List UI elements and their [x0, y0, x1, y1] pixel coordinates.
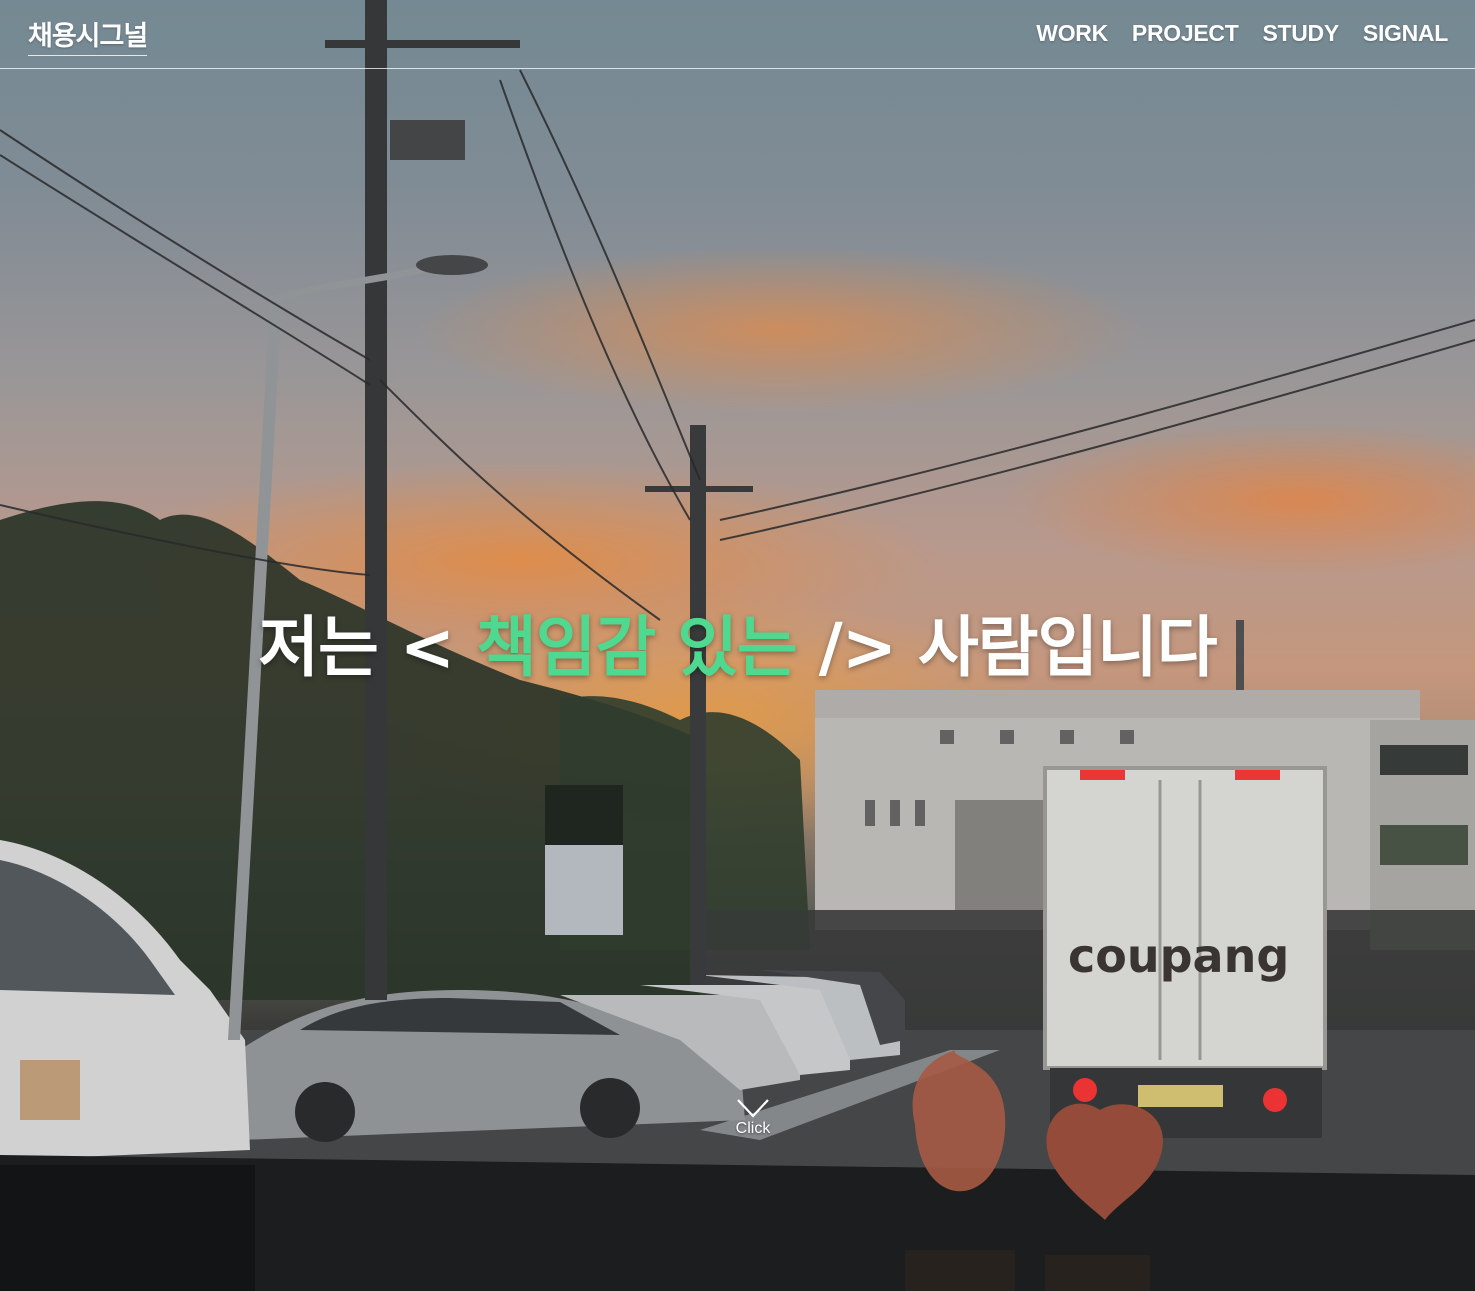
- nav-signal[interactable]: SIGNAL: [1363, 20, 1448, 47]
- nav-project[interactable]: PROJECT: [1132, 20, 1239, 47]
- hero-headline: 저는 < 책임감 있는 /> 사람입니다: [0, 603, 1475, 693]
- nav-work[interactable]: WORK: [1036, 20, 1108, 47]
- main-nav: WORK PROJECT STUDY SIGNAL: [1036, 20, 1448, 47]
- chevron-down-icon: [737, 1099, 769, 1118]
- site-header: 채용시그널 WORK PROJECT STUDY SIGNAL: [0, 0, 1475, 69]
- site-logo[interactable]: 채용시그널: [28, 14, 148, 56]
- headline-accent: 책임감 있는: [476, 609, 798, 686]
- scroll-down-label: Click: [735, 1120, 771, 1137]
- headline-prefix: 저는 <: [258, 609, 455, 686]
- nav-study[interactable]: STUDY: [1262, 20, 1339, 47]
- scroll-down-button[interactable]: Click: [728, 1098, 778, 1138]
- headline-suffix: /> 사람입니다: [818, 609, 1218, 686]
- hero-section: coupang: [0, 0, 1475, 1291]
